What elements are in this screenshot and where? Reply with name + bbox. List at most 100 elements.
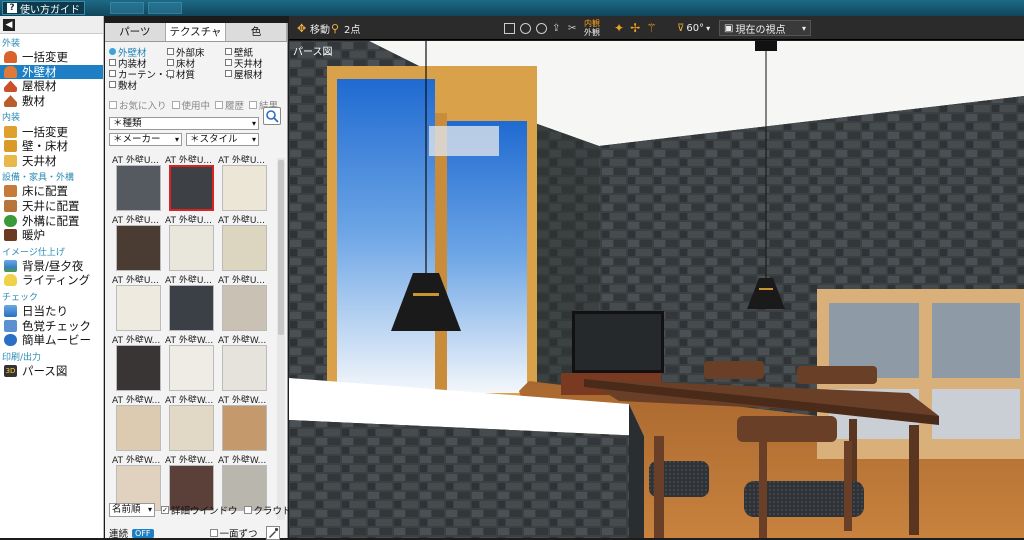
material-swatch[interactable]: AT 外壁U...	[218, 213, 268, 271]
swatch-thumbnail[interactable]	[222, 345, 267, 391]
swatch-thumbnail[interactable]	[222, 165, 267, 211]
sidebar-item[interactable]: 天井に配置	[0, 199, 103, 214]
tab-color[interactable]: 色	[226, 23, 288, 41]
material-swatch[interactable]: AT 外壁W...	[112, 333, 162, 391]
title-tab[interactable]	[148, 2, 182, 14]
exterior-wall-icon	[4, 65, 17, 78]
swatch-thumbnail[interactable]	[116, 405, 161, 451]
sidebar-item[interactable]: 敷材	[0, 94, 103, 109]
swatch-thumbnail[interactable]	[169, 345, 214, 391]
material-swatch[interactable]: AT 外壁U...	[165, 153, 215, 211]
tab-parts[interactable]: パーツ	[105, 23, 166, 41]
viewpoint-select[interactable]: ▣ 現在の視点 ▾	[719, 20, 811, 36]
sidebar-item[interactable]: 日当たり	[0, 304, 103, 319]
section-exterior: 外装	[2, 39, 21, 49]
link-toggle[interactable]: OFF	[132, 528, 154, 538]
room-render[interactable]	[289, 41, 1024, 538]
category-material[interactable]: 材質	[167, 68, 225, 81]
material-panel: パーツ テクスチャ 色 外壁材 外部床 壁紙 内装材 床材 天井材 カーテン・布…	[105, 23, 311, 540]
material-swatch[interactable]: AT 外壁U...	[218, 153, 268, 211]
swatch-label: AT 外壁U...	[165, 216, 212, 223]
swatch-label: AT 外壁U...	[218, 156, 265, 163]
title-bar: ? 使い方ガイド	[0, 0, 1024, 16]
material-swatch[interactable]: AT 外壁U...	[165, 213, 215, 271]
sidebar-item[interactable]: 外構に配置	[0, 213, 103, 228]
sidebar-item[interactable]: 床に配置	[0, 184, 103, 199]
sidebar-item[interactable]: 屋根材	[0, 79, 103, 94]
swatch-thumbnail[interactable]	[169, 225, 214, 271]
material-swatch[interactable]: AT 外壁U...	[112, 273, 162, 331]
category-roof[interactable]: 屋根材	[225, 68, 283, 81]
swatch-thumbnail[interactable]	[222, 405, 267, 451]
filter-in-use[interactable]: 使用中	[171, 98, 210, 112]
swatch-thumbnail[interactable]	[169, 285, 214, 331]
swatch-thumbnail[interactable]	[169, 165, 214, 211]
title-tab[interactable]	[110, 2, 144, 14]
kind-select[interactable]: ＊種類	[109, 117, 259, 130]
swatch-label: AT 外壁W...	[165, 336, 214, 343]
swatch-label: AT 外壁W...	[165, 396, 214, 403]
sidebar-item[interactable]: 天井材	[0, 154, 103, 169]
material-swatch[interactable]: AT 外壁W...	[218, 333, 268, 391]
sidebar-item[interactable]: 一括変更	[0, 124, 103, 139]
material-swatch[interactable]: AT 外壁U...	[112, 213, 162, 271]
search-button[interactable]	[263, 107, 281, 125]
swatch-thumbnail[interactable]	[169, 405, 214, 451]
perspective-view[interactable]	[289, 41, 1024, 538]
sort-select[interactable]: 名前順	[109, 503, 155, 517]
sidebar-header: ◀	[0, 16, 103, 34]
swatch-thumbnail[interactable]	[116, 345, 161, 391]
filter-history[interactable]: 履歴	[215, 98, 244, 112]
swatch-label: AT 外壁U...	[218, 216, 265, 223]
sidebar-item[interactable]: 一括変更	[0, 50, 103, 65]
swatch-thumbnail[interactable]	[116, 165, 161, 211]
fit-icon[interactable]	[504, 22, 515, 34]
material-swatch[interactable]: AT 外壁W...	[112, 393, 162, 451]
category-ground[interactable]: 敷材	[109, 79, 167, 92]
tab-texture[interactable]: テクスチャ	[165, 23, 227, 41]
sidebar-item[interactable]: 壁・床材	[0, 139, 103, 154]
search-icon	[266, 110, 279, 123]
material-swatch[interactable]: AT 外壁W...	[165, 333, 215, 391]
move-button[interactable]: ✥ 移動	[297, 21, 330, 36]
swatch-thumbnail[interactable]	[222, 225, 267, 271]
material-swatch[interactable]: AT 外壁U...	[218, 273, 268, 331]
interior-exterior-toggle[interactable]: 内観 外観	[584, 19, 600, 37]
sidebar-item[interactable]: 暖炉	[0, 228, 103, 243]
swatch-thumbnail[interactable]	[116, 285, 161, 331]
two-point-button[interactable]: ⚲ 2点	[331, 21, 360, 36]
export-icon[interactable]: ⇪	[552, 23, 563, 34]
zoom-out-icon[interactable]	[536, 22, 547, 34]
zoom-in-icon[interactable]	[520, 22, 531, 34]
style-select[interactable]: ＊スタイル	[186, 133, 259, 146]
collapse-icon[interactable]: ◀	[3, 18, 15, 31]
swatch-label: AT 外壁U...	[165, 276, 212, 283]
guide-button[interactable]: ? 使い方ガイド	[2, 1, 85, 16]
sidebar-item[interactable]: 簡単ムービー	[0, 333, 103, 348]
filter-favorites[interactable]: お気に入り	[109, 98, 167, 112]
rotate-icon[interactable]: ✢	[630, 21, 640, 35]
sidebar-item[interactable]: 背景/昼夕夜	[0, 259, 103, 274]
sidebar-item[interactable]: 3D パース図	[0, 364, 103, 379]
walk-tools: ✦ ✢ ⚚	[614, 21, 657, 35]
swatch-thumbnail[interactable]	[116, 225, 161, 271]
scrollbar-thumb[interactable]	[278, 160, 284, 335]
sidebar-item-exterior-wall[interactable]: 外壁材	[0, 64, 103, 80]
swatch-scrollbar[interactable]	[277, 158, 285, 520]
material-swatch[interactable]: AT 外壁U...	[165, 273, 215, 331]
maker-select[interactable]: ＊メーカー	[109, 133, 182, 146]
angle-select[interactable]: ⊽ 60° ▾	[677, 21, 710, 35]
sidebar-item[interactable]: ライティング	[0, 273, 103, 288]
swatch-label: AT 外壁W...	[165, 456, 214, 463]
tool-icon[interactable]: ✂	[568, 23, 579, 34]
material-swatch[interactable]: AT 外壁W...	[218, 393, 268, 451]
material-swatch[interactable]: AT 外壁W...	[165, 393, 215, 451]
walk-icon[interactable]: ✦	[614, 21, 624, 35]
swatch-thumbnail[interactable]	[222, 285, 267, 331]
zoom-tools: ⇪ ✂	[504, 21, 579, 35]
detail-window-checkbox[interactable]: ✓ 詳細ウインドウ	[161, 503, 238, 517]
sidebar-item[interactable]: 色覚チェック	[0, 318, 103, 333]
height-icon[interactable]: ⚚	[646, 21, 657, 35]
angle-icon: ⊽	[677, 22, 685, 34]
material-swatch[interactable]: AT 外壁U...	[112, 153, 162, 211]
